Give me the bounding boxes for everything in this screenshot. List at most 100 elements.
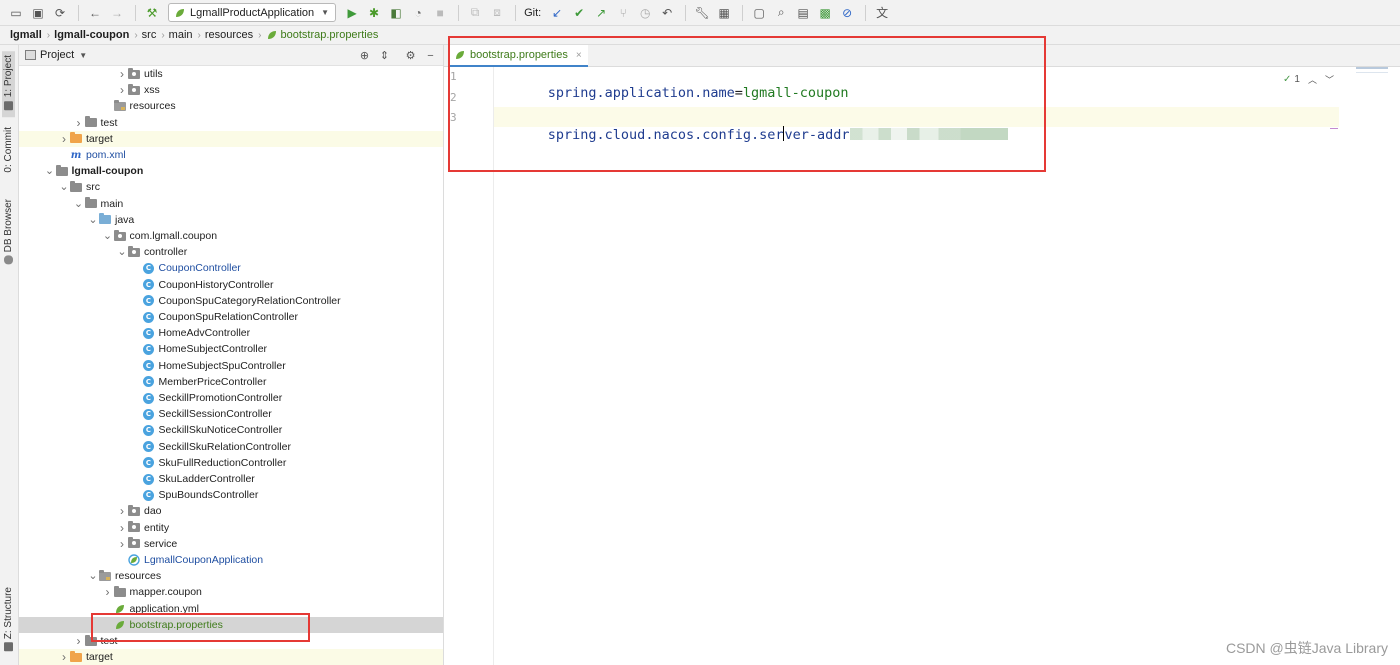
chevron-right-icon[interactable]: › — [58, 650, 70, 664]
tree-item[interactable]: ⌄ resources — [19, 568, 443, 584]
profile-icon[interactable]: ◔ — [408, 3, 428, 23]
tree-item[interactable]: ⌄ main — [19, 196, 443, 212]
back-arrow-icon[interactable]: ← — [85, 3, 105, 23]
chevron-down-icon[interactable]: ▼ — [79, 51, 87, 60]
attach-debugger-icon[interactable]: ⧉ — [465, 3, 485, 23]
tree-item[interactable]: C CouponSpuRelationController — [19, 309, 443, 325]
sync-icon[interactable]: ⟳ — [50, 3, 70, 23]
tree-item[interactable]: ⌄ lgmall-coupon — [19, 163, 443, 179]
tree-item[interactable]: C MemberPriceController — [19, 374, 443, 390]
tree-item[interactable]: LgmallCouponApplication — [19, 552, 443, 568]
tree-item[interactable]: C HomeAdvController — [19, 325, 443, 341]
chevron-down-icon[interactable]: ⌄ — [87, 571, 99, 582]
no-entry-icon[interactable]: ⊘ — [837, 3, 857, 23]
tree-item[interactable]: C SpuBoundsController — [19, 487, 443, 503]
tree-item[interactable]: › test — [19, 115, 443, 131]
tree-item[interactable]: › service — [19, 536, 443, 552]
tree-item[interactable]: ⌄ java — [19, 212, 443, 228]
activity-monitor-icon[interactable]: ▩ — [815, 3, 835, 23]
excluded-folder-icon — [70, 132, 82, 145]
tree-item[interactable]: › dao — [19, 503, 443, 519]
chevron-right-icon[interactable]: › — [73, 116, 85, 130]
debug-icon[interactable]: ✱ — [364, 3, 384, 23]
tab-db-browser[interactable]: DB Browser — [2, 195, 15, 271]
chevron-down-icon[interactable]: ﹀ — [1325, 73, 1334, 86]
breadcrumb-item-file[interactable]: bootstrap.properties — [281, 29, 379, 41]
tree-item[interactable]: C CouponController — [19, 260, 443, 276]
services-icon[interactable]: ⧈ — [487, 3, 507, 23]
breadcrumb-item-module[interactable]: lgmall-coupon — [54, 29, 129, 41]
project-panel-title[interactable]: Project — [40, 49, 74, 61]
breadcrumb-item-resources[interactable]: resources — [205, 29, 253, 41]
tree-item[interactable]: ⌄ src — [19, 179, 443, 195]
git-update-icon[interactable]: ↙ — [547, 3, 567, 23]
tab-structure[interactable]: Z: Structure — [2, 583, 15, 658]
chevron-right-icon[interactable]: › — [58, 132, 70, 146]
open-folder-icon[interactable]: ▭ — [6, 3, 26, 23]
tree-item[interactable]: ⌄ com.lgmall.coupon — [19, 228, 443, 244]
chevron-right-icon[interactable]: › — [116, 67, 128, 81]
settings-wrench-icon[interactable]: 🔧︎ — [692, 3, 712, 23]
chevron-right-icon[interactable]: › — [116, 83, 128, 97]
search-icon[interactable]: ⌕ — [771, 3, 791, 23]
tab-project[interactable]: 1: Project — [2, 51, 15, 118]
build-hammer-icon[interactable]: ⚒ — [142, 3, 162, 23]
save-all-icon[interactable]: ▣ — [28, 3, 48, 23]
gear-icon[interactable]: ⚙ — [403, 48, 418, 63]
tree-item[interactable]: › utils — [19, 66, 443, 82]
run-configuration-select[interactable]: LgmallProductApplication ▼ — [168, 3, 337, 22]
tree-item[interactable]: resources — [19, 98, 443, 114]
chevron-right-icon[interactable]: › — [116, 537, 128, 551]
translate-icon[interactable]: 文 — [872, 3, 892, 23]
chevron-down-icon[interactable]: ⌄ — [116, 247, 128, 258]
minimize-icon[interactable]: − — [423, 48, 438, 63]
tree-item[interactable]: ⌄ controller — [19, 244, 443, 260]
run-icon[interactable]: ▶ — [342, 3, 362, 23]
chevron-up-icon[interactable]: ︿ — [1308, 73, 1317, 86]
presentation-icon[interactable]: ▤ — [793, 3, 813, 23]
tree-item[interactable]: › target — [19, 130, 443, 147]
chevron-right-icon[interactable]: › — [73, 634, 85, 648]
tree-item[interactable]: m pom.xml — [19, 147, 443, 163]
terminal-icon[interactable]: ▢ — [749, 3, 769, 23]
collapse-all-icon[interactable]: ⇕ — [377, 48, 392, 63]
git-branch-icon[interactable]: ⑂ — [613, 3, 633, 23]
tree-item[interactable]: C HomeSubjectController — [19, 341, 443, 357]
chevron-right-icon[interactable]: › — [116, 504, 128, 518]
chevron-right-icon[interactable]: › — [116, 521, 128, 535]
tree-item[interactable]: › target — [19, 649, 443, 665]
tree-item[interactable]: C CouponHistoryController — [19, 277, 443, 293]
tree-item[interactable]: C SeckillPromotionController — [19, 390, 443, 406]
chevron-down-icon[interactable]: ⌄ — [58, 182, 70, 193]
chevron-down-icon[interactable]: ⌄ — [102, 231, 114, 242]
breadcrumb-item-lgmall[interactable]: lgmall — [10, 29, 42, 41]
tree-item[interactable]: C HomeSubjectSpuController — [19, 358, 443, 374]
coverage-icon[interactable]: ◧ — [386, 3, 406, 23]
tree-item[interactable]: › mapper.coupon — [19, 584, 443, 600]
project-structure-icon[interactable]: ▦ — [714, 3, 734, 23]
tree-item[interactable]: C SeckillSkuNoticeController — [19, 422, 443, 438]
chevron-down-icon[interactable]: ⌄ — [87, 214, 99, 225]
tree-item[interactable]: › entity — [19, 520, 443, 536]
breadcrumb-item-main[interactable]: main — [169, 29, 193, 41]
locate-target-icon[interactable]: ⊕ — [357, 48, 372, 63]
git-push-icon[interactable]: ↗ — [591, 3, 611, 23]
tree-item[interactable]: C SeckillSkuRelationController — [19, 439, 443, 455]
toolbar-divider — [515, 4, 517, 21]
rollback-icon[interactable]: ↶ — [657, 3, 677, 23]
forward-arrow-icon[interactable]: → — [107, 3, 127, 23]
tree-item[interactable]: › xss — [19, 82, 443, 98]
tab-commit[interactable]: 0: Commit — [2, 123, 15, 177]
breadcrumb-item-src[interactable]: src — [142, 29, 157, 41]
tree-item[interactable]: C SkuFullReductionController — [19, 455, 443, 471]
git-commit-icon[interactable]: ✔ — [569, 3, 589, 23]
chevron-down-icon[interactable]: ⌄ — [44, 166, 56, 177]
tree-item[interactable]: C SeckillSessionController — [19, 406, 443, 422]
inspection-widget[interactable]: ✓ 1 ︿ ﹀ — [1283, 73, 1334, 86]
chevron-right-icon[interactable]: › — [102, 585, 114, 599]
chevron-down-icon[interactable]: ⌄ — [73, 198, 85, 209]
tree-item[interactable]: C CouponSpuCategoryRelationController — [19, 293, 443, 309]
history-icon[interactable]: ◷ — [635, 3, 655, 23]
stop-icon[interactable]: ■ — [430, 3, 450, 23]
tree-item[interactable]: C SkuLadderController — [19, 471, 443, 487]
